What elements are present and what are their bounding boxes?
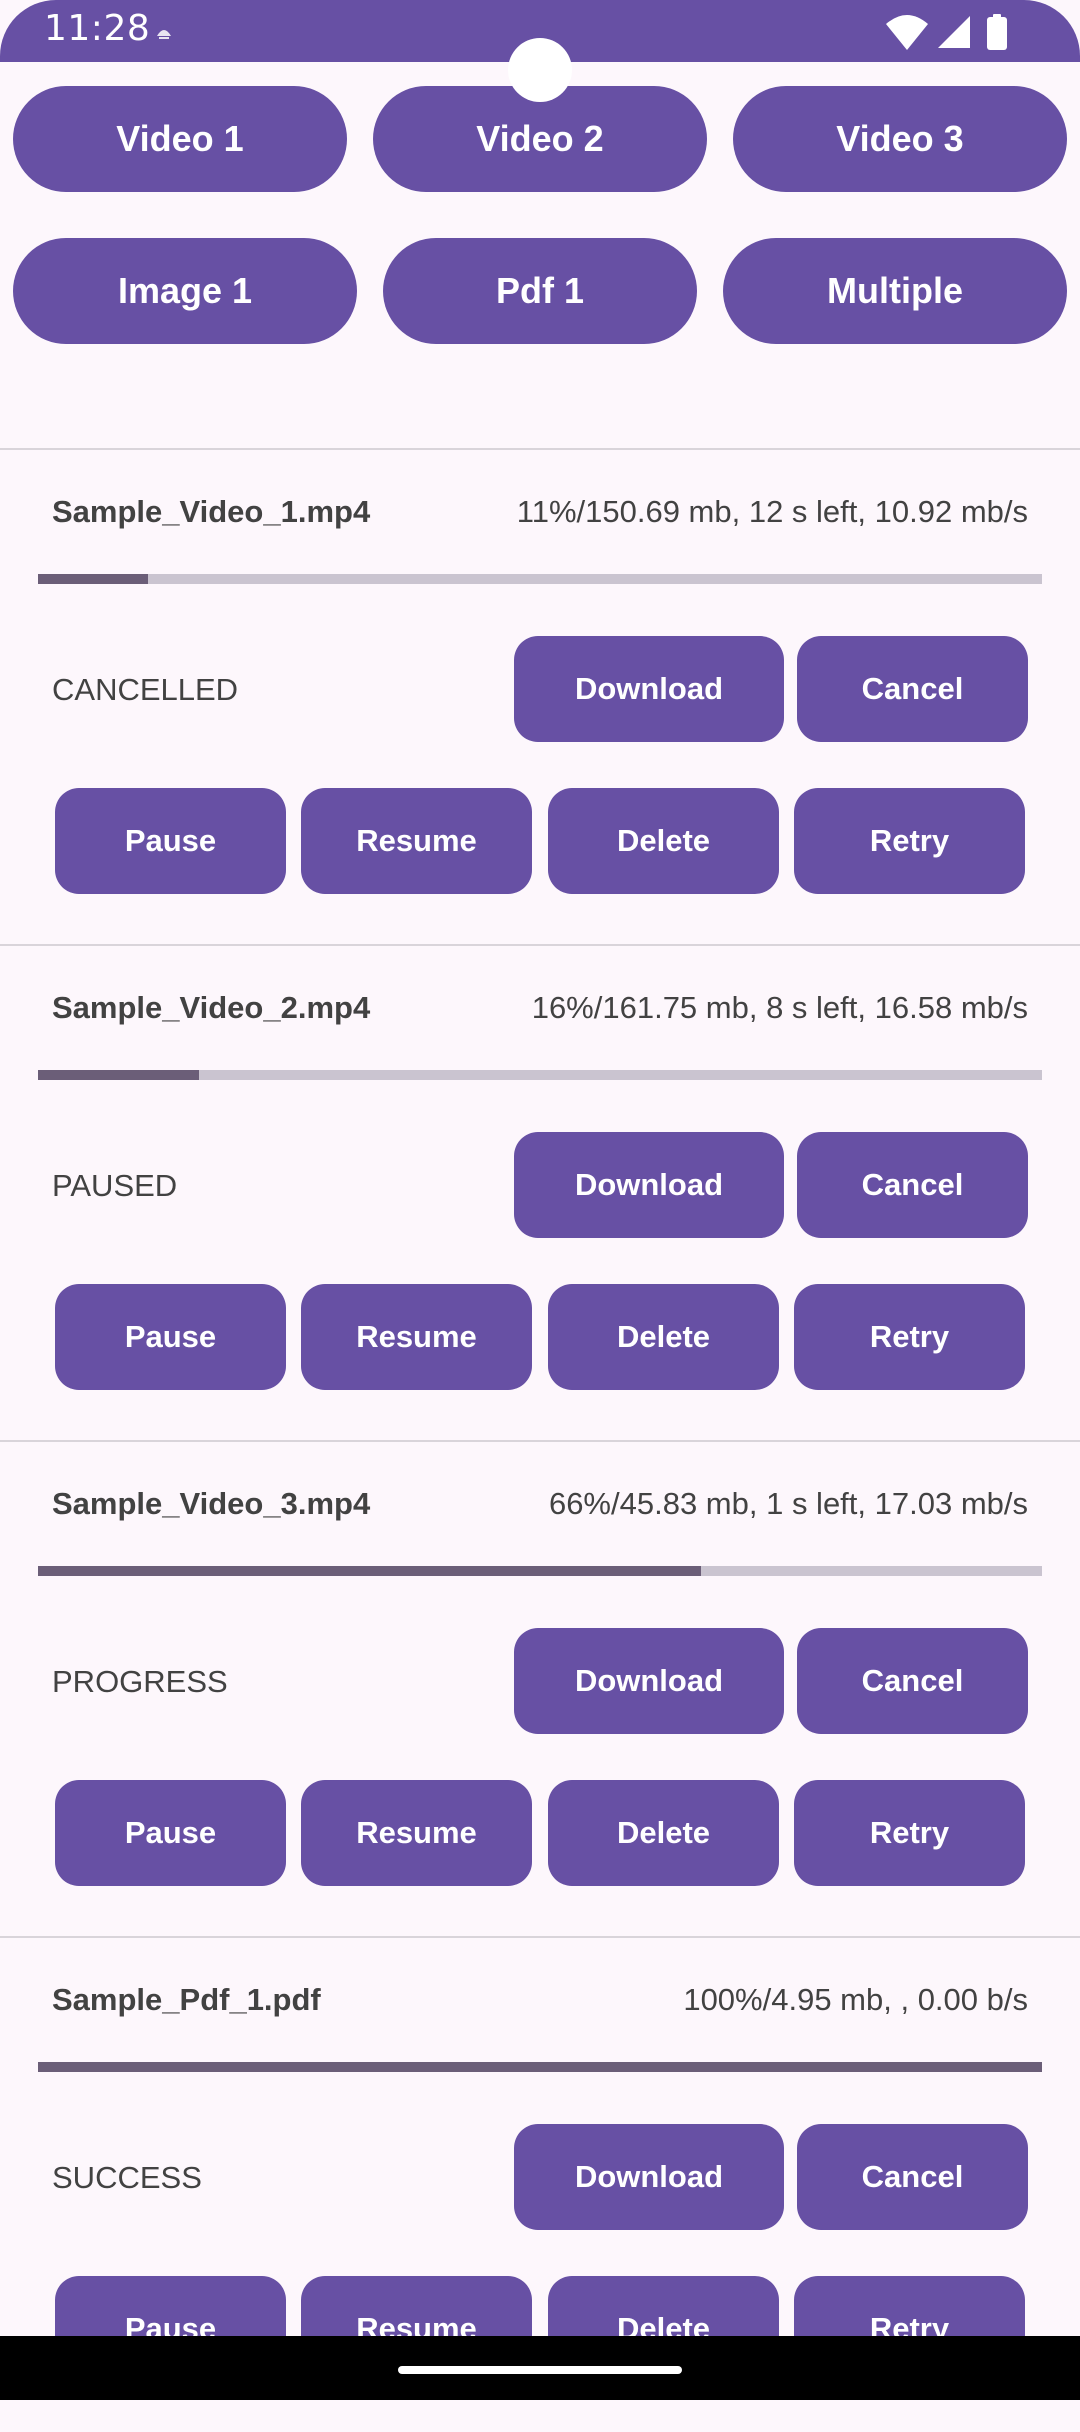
progress-text: 11%/150.69 mb, 12 s left, 10.92 mb/s	[516, 494, 1028, 529]
progress-bar-fill	[38, 2062, 1042, 2072]
cancel-button[interactable]: Cancel	[797, 636, 1028, 742]
status-label: CANCELLED	[52, 672, 239, 707]
status-label: PROGRESS	[52, 1664, 228, 1699]
pause-button[interactable]: Pause	[55, 1780, 286, 1886]
pdf-1-button[interactable]: Pdf 1	[383, 238, 697, 344]
cell-signal-icon	[938, 16, 970, 48]
delete-button[interactable]: Delete	[548, 788, 779, 894]
download-item: Sample_Video_2.mp4 16%/161.75 mb, 8 s le…	[0, 946, 1080, 1440]
status-time: 11:28	[44, 8, 151, 49]
file-name: Sample_Video_1.mp4	[52, 494, 371, 529]
progress-bar	[38, 1070, 1042, 1080]
video-3-button[interactable]: Video 3	[733, 86, 1067, 192]
resume-button[interactable]: Resume	[301, 1780, 532, 1886]
progress-text: 100%/4.95 mb, , 0.00 b/s	[683, 1982, 1028, 2017]
pause-button[interactable]: Pause	[55, 1284, 286, 1390]
battery-icon	[987, 14, 1007, 50]
home-gesture-handle[interactable]	[398, 2366, 682, 2374]
resume-button[interactable]: Resume	[301, 1284, 532, 1390]
download-button[interactable]: Download	[514, 1132, 784, 1238]
multiple-button[interactable]: Multiple	[723, 238, 1067, 344]
download-item: Sample_Video_3.mp4 66%/45.83 mb, 1 s lef…	[0, 1442, 1080, 1936]
retry-button[interactable]: Retry	[794, 788, 1025, 894]
progress-text: 16%/161.75 mb, 8 s left, 16.58 mb/s	[531, 990, 1028, 1025]
image-1-button[interactable]: Image 1	[13, 238, 357, 344]
download-button[interactable]: Download	[514, 2124, 784, 2230]
resume-button[interactable]: Resume	[301, 788, 532, 894]
progress-bar-fill	[38, 574, 149, 584]
cancel-button[interactable]: Cancel	[797, 1132, 1028, 1238]
file-name: Sample_Video_2.mp4	[52, 990, 371, 1025]
download-item: Sample_Video_1.mp4 11%/150.69 mb, 12 s l…	[0, 450, 1080, 944]
retry-button[interactable]: Retry	[794, 1780, 1025, 1886]
status-label: SUCCESS	[52, 2160, 202, 2195]
file-name: Sample_Video_3.mp4	[52, 1486, 371, 1521]
wifi-icon	[886, 15, 928, 50]
progress-bar-fill	[38, 1070, 199, 1080]
status-label: PAUSED	[52, 1168, 178, 1203]
notification-icon	[157, 30, 171, 39]
navigation-bar	[0, 2336, 1080, 2400]
pause-button[interactable]: Pause	[55, 788, 286, 894]
progress-bar	[38, 574, 1042, 584]
progress-bar	[38, 2062, 1042, 2072]
camera-cutout	[508, 38, 572, 102]
file-name: Sample_Pdf_1.pdf	[52, 1982, 321, 2017]
cancel-button[interactable]: Cancel	[797, 1628, 1028, 1734]
video-1-button[interactable]: Video 1	[13, 86, 347, 192]
cancel-button[interactable]: Cancel	[797, 2124, 1028, 2230]
download-button[interactable]: Download	[514, 636, 784, 742]
progress-bar-fill	[38, 1566, 701, 1576]
progress-text: 66%/45.83 mb, 1 s left, 17.03 mb/s	[548, 1486, 1028, 1521]
download-button[interactable]: Download	[514, 1628, 784, 1734]
retry-button[interactable]: Retry	[794, 1284, 1025, 1390]
delete-button[interactable]: Delete	[548, 1284, 779, 1390]
delete-button[interactable]: Delete	[548, 1780, 779, 1886]
progress-bar	[38, 1566, 1042, 1576]
